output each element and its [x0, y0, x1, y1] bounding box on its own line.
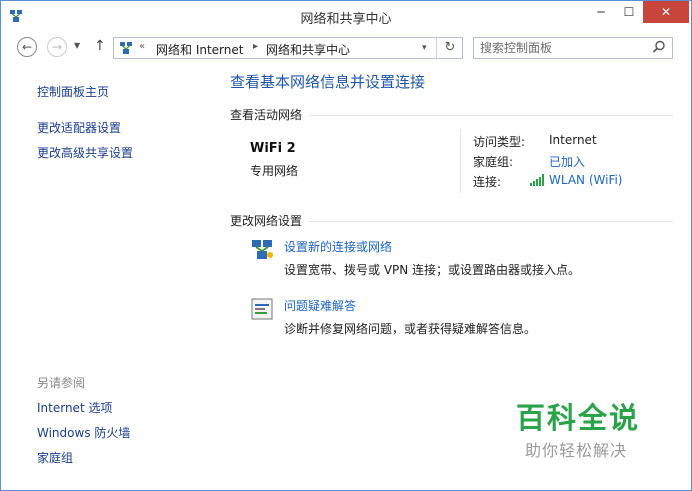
sidebar-link-change-adapter-settings[interactable]: 更改适配器设置: [37, 119, 121, 136]
back-button[interactable]: ←: [17, 37, 37, 57]
access-type-label: 访问类型:: [473, 135, 526, 149]
sidebar-link-homegroup[interactable]: 家庭组: [37, 449, 73, 466]
breadcrumb-overflow[interactable]: «: [139, 41, 145, 52]
address-bar[interactable]: « 网络和 Internet ▸ 网络和共享中心 ▾ ↻: [113, 37, 463, 59]
divider: [309, 115, 673, 116]
wifi-signal-icon: [530, 174, 544, 186]
window: 网络和共享中心 ─ ☐ ✕ ← → ▼ ↑ « 网络和 Internet ▸ 网…: [0, 0, 692, 491]
divider: [309, 221, 673, 222]
set-up-connection-description: 设置宽带、拨号或 VPN 连接；或设置路由器或接入点。: [284, 263, 581, 277]
forward-button[interactable]: →: [47, 37, 67, 57]
page-title: 查看基本网络信息并设置连接: [230, 73, 426, 91]
sidebar-link-windows-firewall[interactable]: Windows 防火墙: [37, 424, 130, 441]
up-button[interactable]: ↑: [94, 38, 106, 54]
search-input[interactable]: [480, 40, 645, 56]
maximize-button[interactable]: ☐: [615, 1, 643, 23]
troubleshoot-icon: [251, 298, 273, 320]
search-box[interactable]: [473, 37, 673, 59]
breadcrumb-sharing-center[interactable]: 网络和共享中心: [266, 41, 350, 58]
change-settings-heading: 更改网络设置: [230, 214, 303, 228]
sidebar-link-internet-options[interactable]: Internet 选项: [37, 399, 112, 416]
troubleshoot-link[interactable]: 问题疑难解答: [284, 297, 356, 314]
breadcrumb-separator[interactable]: ▸: [253, 41, 258, 52]
wlan-connection-link[interactable]: WLAN (WiFi): [549, 173, 623, 187]
sidebar-link-control-panel-home[interactable]: 控制面板主页: [37, 83, 109, 100]
minimize-button[interactable]: ─: [587, 1, 615, 23]
homegroup-link[interactable]: 已加入: [549, 153, 585, 170]
network-type: 专用网络: [250, 164, 299, 178]
access-type-value: Internet: [549, 133, 597, 147]
search-icon[interactable]: [652, 40, 666, 54]
close-button[interactable]: ✕: [643, 1, 689, 23]
refresh-button[interactable]: ↻: [436, 38, 463, 58]
address-dropdown-button[interactable]: ▾: [422, 43, 427, 53]
active-networks-heading: 查看活动网络: [230, 108, 303, 122]
new-connection-icon: [252, 240, 273, 259]
network-name: WiFi 2: [250, 141, 296, 156]
see-also-heading: 另请参阅: [37, 376, 86, 390]
sidebar-link-advanced-sharing-settings[interactable]: 更改高级共享设置: [37, 144, 133, 161]
navigation-bar: ← → ▼ ↑ « 网络和 Internet ▸ 网络和共享中心 ▾ ↻: [1, 33, 691, 63]
watermark-brand: 百科全说: [516, 401, 641, 435]
watermark-tagline: 助你轻松解决: [525, 441, 628, 460]
title-bar: 网络和共享中心 ─ ☐ ✕: [1, 1, 691, 31]
set-up-connection-link[interactable]: 设置新的连接或网络: [284, 238, 392, 255]
control-panel-icon: [120, 42, 132, 54]
connections-label: 连接:: [473, 175, 502, 189]
breadcrumb-network-internet[interactable]: 网络和 Internet: [156, 41, 243, 58]
divider: [460, 129, 461, 193]
troubleshoot-description: 诊断并修复网络问题，或者获得疑难解答信息。: [284, 322, 537, 336]
homegroup-label: 家庭组:: [473, 155, 514, 169]
recent-locations-button[interactable]: ▼: [74, 41, 80, 50]
